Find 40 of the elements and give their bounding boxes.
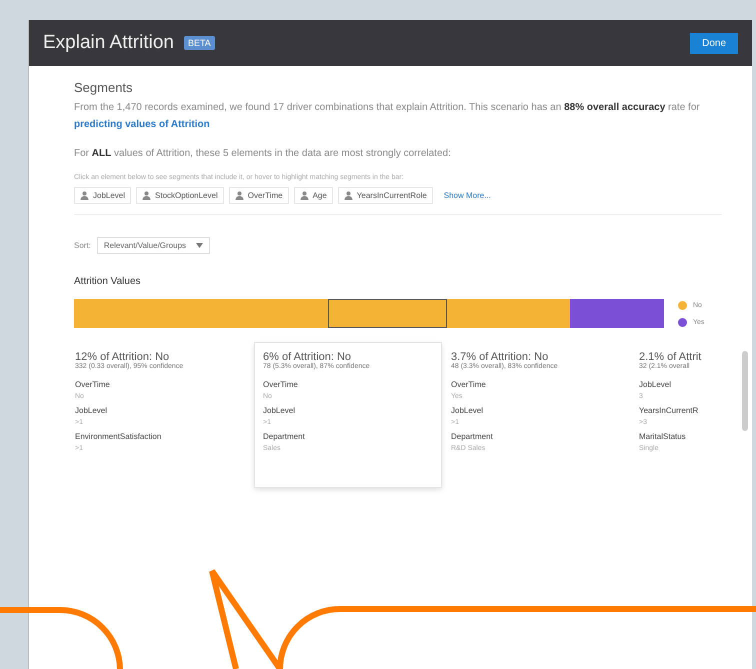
field-name: OverTime: [451, 380, 487, 389]
person-icon: [142, 191, 152, 200]
field-name: JobLevel: [75, 406, 108, 415]
summary-text: From the 1,470 records examined, we found 17 driver combinations that explain Attrition. This scenario has an 88% overall accuracy rate for predicting values of Attrition: [74, 101, 701, 132]
field-name: OverTime: [263, 380, 299, 389]
person-icon: [344, 191, 353, 200]
element-chip[interactable]: YearsInCurrentRole: [338, 187, 433, 204]
element-chip[interactable]: Age: [294, 187, 333, 204]
window-title: Explain Attrition: [43, 32, 174, 54]
beta-badge: BETA: [184, 36, 215, 50]
element-chip[interactable]: StockOptionLevel: [136, 187, 224, 204]
field-name: JobLevel: [263, 406, 296, 415]
scrollbar[interactable]: [742, 351, 748, 431]
field-name: OverTime: [75, 380, 111, 389]
field-name: JobLevel: [451, 406, 484, 415]
person-icon: [80, 191, 89, 200]
field-name: JobLevel: [639, 380, 672, 389]
card-title: 3.7% of Attrition: No: [451, 351, 548, 363]
attrition-bar[interactable]: [74, 299, 664, 328]
done-button[interactable]: Done: [690, 32, 738, 54]
element-chip[interactable]: OverTime: [228, 187, 289, 204]
element-chip[interactable]: JobLevel: [74, 187, 132, 204]
field-name: EnvironmentSatisfaction: [75, 432, 162, 441]
field-name: Department: [263, 432, 306, 441]
field-name: YearsInCurrentR: [639, 406, 700, 415]
field-name: MaritalStatus: [639, 432, 687, 441]
sort-dropdown[interactable]: Relevant/Value/Groups: [96, 237, 210, 254]
show-more-link[interactable]: Show More...: [444, 191, 491, 200]
summary-link[interactable]: predicting values of Attrition: [74, 119, 210, 130]
person-icon: [234, 191, 244, 200]
bar-title: Attrition Values: [74, 276, 142, 287]
card-title: 2.1% of Attrit: [639, 351, 702, 363]
card-title: 12% of Attrition: No: [75, 351, 170, 363]
correlation-text: For ALL values of Attrition, these 5 elements in the data are most strongly correlated:: [74, 147, 452, 161]
person-icon: [300, 191, 309, 200]
caret-icon: [196, 243, 204, 248]
section-heading: Segments: [74, 80, 134, 95]
field-name: Department: [451, 432, 494, 441]
sort-label: Sort:: [74, 241, 91, 250]
card-title: 6% of Attrition: No: [263, 351, 352, 363]
